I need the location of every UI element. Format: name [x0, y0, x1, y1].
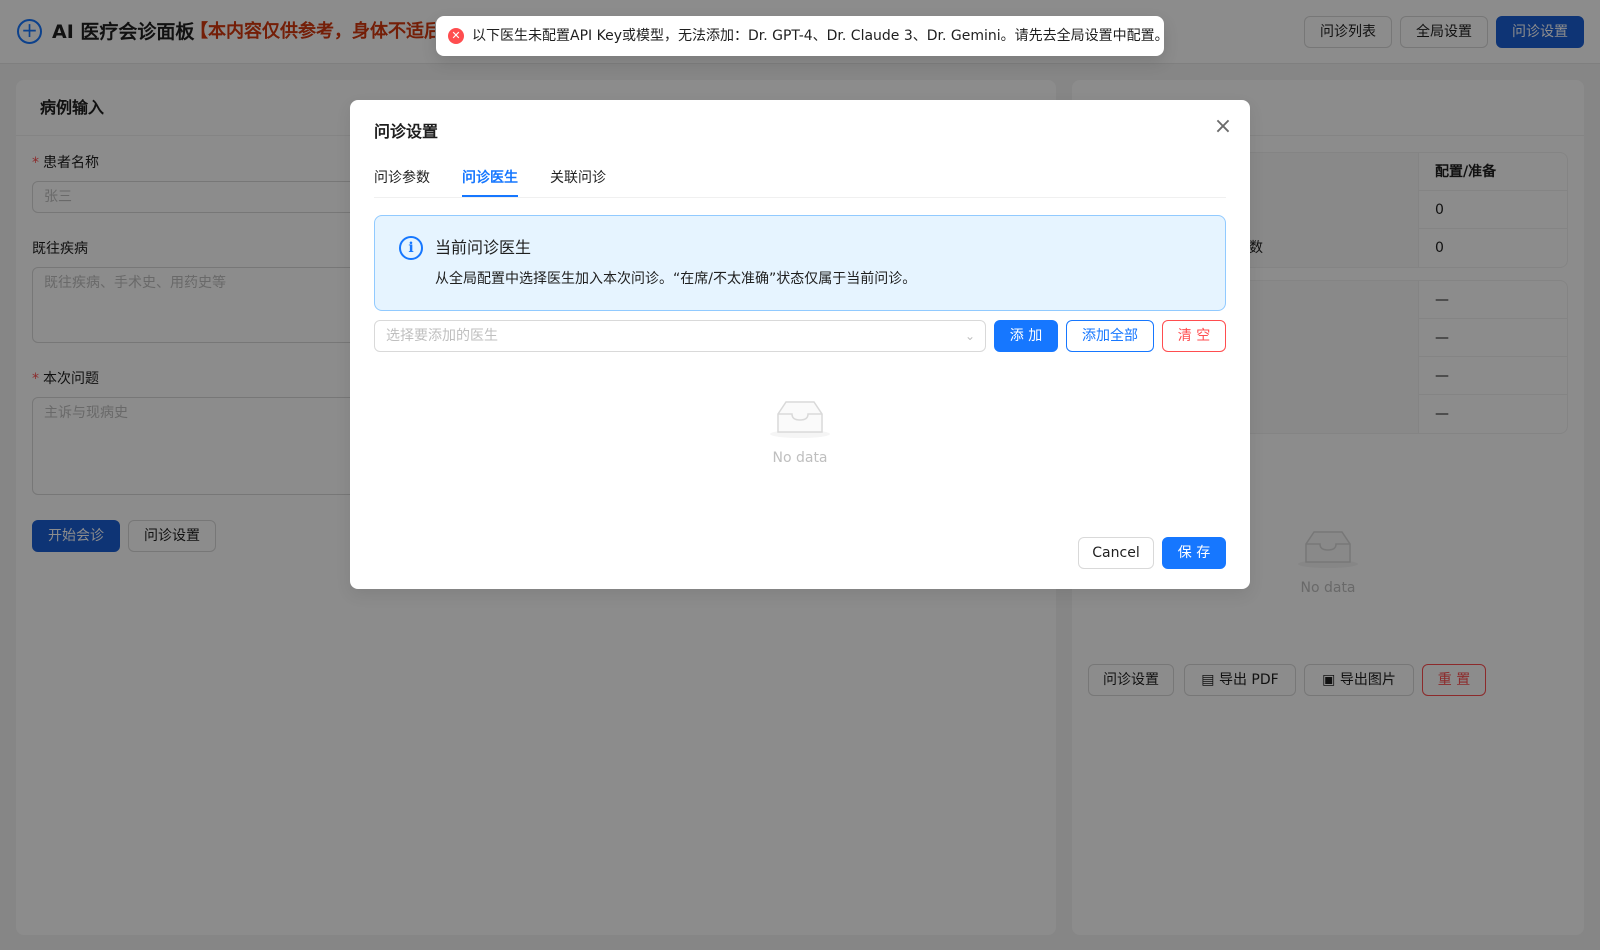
tab-active-indicator — [462, 195, 518, 197]
empty-text: No data — [772, 450, 828, 466]
select-placeholder: 选择要添加的医生 — [386, 328, 498, 344]
tab-consult-params[interactable]: 问诊参数 — [374, 160, 430, 196]
empty-inbox-icon — [770, 401, 830, 438]
error-circle-icon: ✕ — [448, 28, 464, 44]
add-all-button[interactable]: 添加全部 — [1066, 320, 1154, 352]
consult-settings-modal: 问诊设置 × 问诊参数 问诊医生 关联问诊 i 当前问诊医生 从全局配置中选择医… — [350, 100, 1250, 589]
add-doctor-button[interactable]: 添 加 — [994, 320, 1058, 352]
error-toast: ✕ 以下医生未配置API Key或模型，无法添加：Dr. GPT-4、Dr. C… — [436, 16, 1169, 56]
save-button[interactable]: 保 存 — [1162, 537, 1226, 569]
doctor-select[interactable]: 选择要添加的医生 ⌄ — [374, 320, 986, 352]
toast-message: 以下医生未配置API Key或模型，无法添加：Dr. GPT-4、Dr. Cla… — [472, 28, 1169, 44]
info-alert: i 当前问诊医生 从全局配置中选择医生加入本次问诊。“在席/不太准确”状态仅属于… — [374, 215, 1226, 311]
alert-title: 当前问诊医生 — [435, 238, 532, 257]
modal-title: 问诊设置 — [374, 122, 439, 141]
alert-description: 从全局配置中选择医生加入本次问诊。“在席/不太准确”状态仅属于当前问诊。 — [435, 271, 917, 287]
modal-tabs: 问诊参数 问诊医生 关联问诊 — [374, 160, 1226, 198]
tab-consult-doctors[interactable]: 问诊医生 — [462, 160, 518, 196]
tab-linked-consults[interactable]: 关联问诊 — [550, 160, 606, 196]
chevron-down-icon: ⌄ — [964, 329, 975, 343]
empty-state: No data — [760, 398, 840, 466]
close-icon[interactable]: × — [1212, 116, 1234, 138]
cancel-button[interactable]: Cancel — [1078, 537, 1154, 569]
clear-button[interactable]: 清 空 — [1162, 320, 1226, 352]
info-icon: i — [399, 236, 423, 260]
